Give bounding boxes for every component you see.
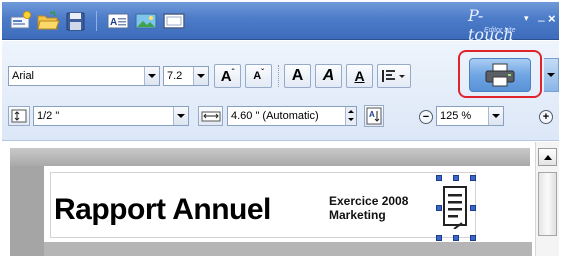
image-icon[interactable] xyxy=(134,10,158,32)
print-button[interactable] xyxy=(469,58,531,92)
plus-icon: + xyxy=(542,110,550,123)
vertical-text-icon: A xyxy=(366,107,382,125)
label-title-text[interactable]: Rapport Annuel xyxy=(54,193,271,227)
save-icon[interactable] xyxy=(64,10,88,32)
shrink-font-button[interactable]: A ˇ xyxy=(245,64,272,88)
chevron-down-icon xyxy=(547,73,555,77)
selection-handle[interactable] xyxy=(436,175,442,181)
align-left-icon xyxy=(382,70,405,82)
toolbar-separator xyxy=(96,11,97,31)
app-logo: P-touch Editor Lite xyxy=(464,5,520,44)
selection-handle[interactable] xyxy=(470,235,476,241)
app-logo-sub: Editor Lite xyxy=(484,27,516,34)
tape-width-icon xyxy=(8,106,30,126)
label-line2-text[interactable]: Marketing xyxy=(329,208,386,222)
toolbar: Arial 7.2 A ˆ A ˇ A A A 1/2 " 4.60 " (Au… xyxy=(2,41,559,141)
ptouch-editor-window: A P-touch Editor Lite ▾ – × Arial 7.2 A … xyxy=(0,0,561,256)
label-canvas[interactable]: Rapport Annuel Exercice 2008 Marketing xyxy=(2,142,534,256)
grow-font-label: A xyxy=(220,67,232,85)
print-options-dropdown[interactable] xyxy=(544,58,559,92)
printer-icon xyxy=(485,63,515,87)
vertical-text-button[interactable]: A xyxy=(364,105,384,127)
chevron-up-icon xyxy=(543,154,552,160)
italic-label: A xyxy=(322,67,335,84)
chevron-down-icon[interactable] xyxy=(144,67,159,85)
selection-handle[interactable] xyxy=(470,175,476,181)
zoom-in-button[interactable]: + xyxy=(539,110,553,124)
svg-text:A: A xyxy=(369,110,375,119)
minus-icon: − xyxy=(422,110,430,123)
underline-button[interactable]: A xyxy=(346,64,373,88)
canvas-left-margin xyxy=(10,166,44,256)
close-icon[interactable]: × xyxy=(548,12,560,25)
align-menu-button[interactable] xyxy=(377,64,411,88)
shrink-font-label: A xyxy=(253,70,262,82)
selection-handle[interactable] xyxy=(470,205,476,211)
dropdown-icon[interactable]: ▾ xyxy=(524,13,534,27)
document-icon xyxy=(443,186,467,229)
vertical-scrollbar[interactable] xyxy=(535,142,559,256)
font-size-value: 7.2 xyxy=(167,70,183,82)
frame-icon[interactable] xyxy=(162,10,186,32)
bold-button[interactable]: A xyxy=(284,64,311,88)
label-line1-text[interactable]: Exercice 2008 xyxy=(329,194,408,208)
tape-width-value: 1/2 " xyxy=(37,110,60,122)
font-name-value: Arial xyxy=(12,70,35,82)
selection-handle[interactable] xyxy=(436,235,442,241)
label-length-icon xyxy=(198,106,223,126)
zoom-out-button[interactable]: − xyxy=(419,110,433,124)
font-name-select[interactable]: Arial xyxy=(8,66,160,86)
app-logo-main: P-touch xyxy=(468,6,514,44)
scroll-up-button[interactable] xyxy=(538,148,557,166)
label-length-input[interactable]: 4.60 " (Automatic) xyxy=(227,106,357,126)
selection-handle[interactable] xyxy=(453,235,459,241)
text-icon[interactable]: A xyxy=(106,10,130,32)
chevron-down-icon[interactable] xyxy=(488,107,503,125)
title-bar: A P-touch Editor Lite ▾ – × xyxy=(2,2,560,44)
chevron-down-icon[interactable] xyxy=(193,67,208,85)
increase-icon: ˆ xyxy=(231,67,235,77)
italic-button[interactable]: A xyxy=(315,64,342,88)
svg-text:A: A xyxy=(110,17,117,28)
tape-width-select[interactable]: 1/2 " xyxy=(33,106,189,126)
underline-label: A xyxy=(354,68,365,84)
decrease-icon: ˇ xyxy=(261,67,264,77)
selected-object[interactable] xyxy=(434,175,478,242)
grow-font-button[interactable]: A ˆ xyxy=(214,64,241,88)
new-label-icon[interactable] xyxy=(8,10,32,32)
label-length-stepper[interactable] xyxy=(345,107,356,125)
font-size-select[interactable]: 7.2 xyxy=(163,66,209,86)
bold-label: A xyxy=(291,67,304,84)
chevron-down-icon[interactable] xyxy=(173,107,188,125)
selection-handle[interactable] xyxy=(453,175,459,181)
minimize-icon[interactable]: – xyxy=(538,14,546,26)
zoom-select[interactable]: 125 % xyxy=(436,106,504,126)
scrollbar-thumb[interactable] xyxy=(538,172,557,236)
canvas-ruler-strip xyxy=(10,148,530,166)
canvas-bottom-margin xyxy=(44,242,532,256)
toolbar-grip xyxy=(278,65,280,87)
label-length-value: 4.60 " (Automatic) xyxy=(231,110,319,122)
open-folder-icon[interactable] xyxy=(36,10,60,32)
zoom-value: 125 % xyxy=(440,110,472,122)
